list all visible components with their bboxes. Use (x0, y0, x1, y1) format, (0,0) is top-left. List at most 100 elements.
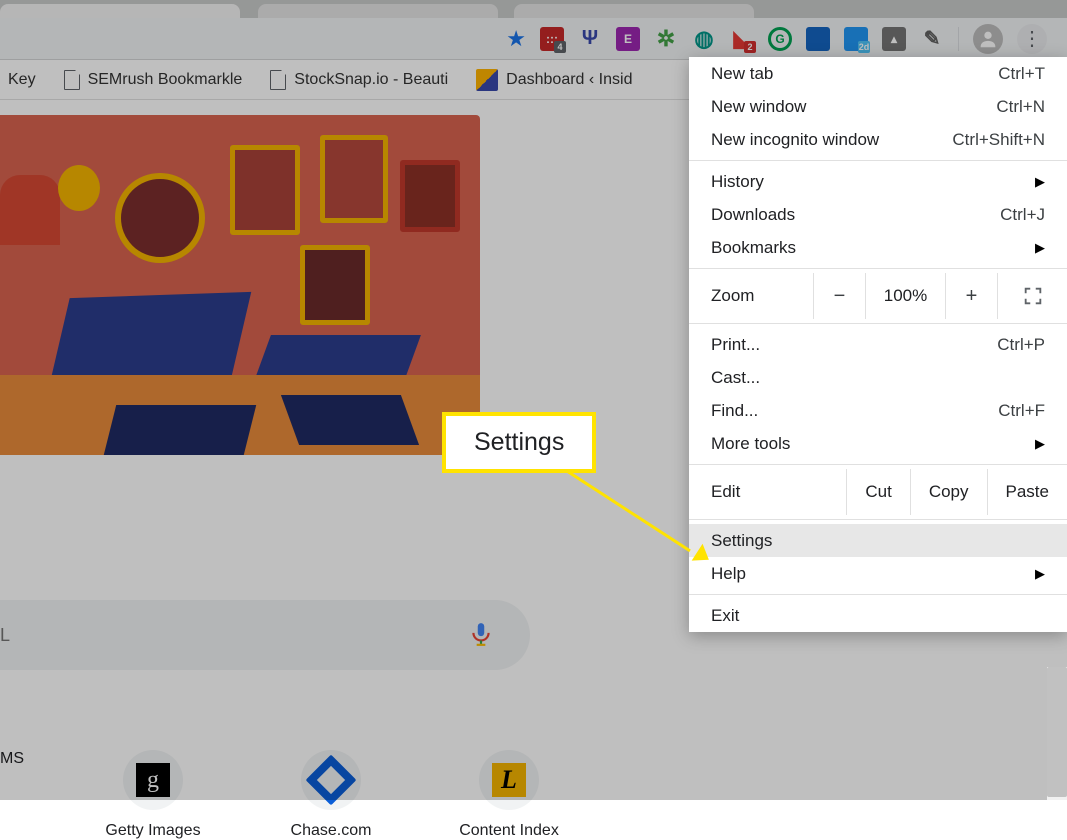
menu-divider (689, 268, 1067, 269)
shortcut-icon: g (123, 750, 183, 810)
copy-button[interactable]: Copy (910, 469, 987, 515)
menu-shortcut: Ctrl+F (998, 401, 1045, 421)
menu-label: Zoom (711, 286, 754, 306)
extension-icon[interactable]: E (616, 27, 640, 51)
search-bar[interactable]: L (0, 600, 530, 670)
zoom-in-button[interactable]: + (945, 273, 997, 319)
tab-strip (0, 0, 1067, 18)
bookmark-item[interactable]: SEMrush Bookmarkle (64, 70, 243, 90)
callout-label: Settings (442, 412, 596, 473)
menu-divider (689, 323, 1067, 324)
shortcut-item[interactable]: Chase.com (266, 750, 396, 840)
menu-item-find[interactable]: Find... Ctrl+F (689, 394, 1067, 427)
submenu-arrow-icon: ▶ (1035, 240, 1045, 256)
menu-label: Find... (711, 401, 758, 421)
menu-shortcut: Ctrl+T (998, 64, 1045, 84)
extension-icon[interactable]: ◍ (692, 27, 716, 51)
menu-item-zoom: Zoom − 100% + (689, 273, 1067, 319)
menu-label: Bookmarks (711, 238, 796, 258)
menu-item-downloads[interactable]: Downloads Ctrl+J (689, 198, 1067, 231)
bookmark-label: Key (8, 71, 36, 89)
bookmark-item[interactable]: Key (8, 71, 36, 89)
menu-shortcut: Ctrl+N (996, 97, 1045, 117)
extension-icon[interactable] (806, 27, 830, 51)
extension-icon[interactable]: 2d (844, 27, 868, 51)
menu-item-edit: Edit Cut Copy Paste (689, 469, 1067, 515)
voice-search-icon[interactable] (468, 621, 494, 650)
tab[interactable] (258, 4, 498, 18)
menu-item-help[interactable]: Help ▶ (689, 557, 1067, 590)
extension-icon[interactable]: G (768, 27, 792, 51)
extension-icon[interactable]: ▴ (882, 27, 906, 51)
annotation-callout: Settings (442, 412, 596, 473)
document-icon (270, 70, 286, 90)
shortcut-item[interactable]: MS (0, 750, 40, 840)
menu-item-cast[interactable]: Cast... (689, 361, 1067, 394)
google-doodle[interactable] (0, 115, 480, 455)
extension-icon[interactable]: ◣2 (730, 27, 754, 51)
menu-divider (689, 594, 1067, 595)
menu-shortcut: Ctrl+Shift+N (952, 130, 1045, 150)
overflow-menu-button[interactable]: ⋮ (1017, 24, 1047, 54)
bookmark-label: SEMrush Bookmarkle (88, 71, 243, 89)
menu-item-settings[interactable]: Settings (689, 524, 1067, 557)
fullscreen-button[interactable] (997, 273, 1067, 319)
menu-label: Edit (711, 482, 740, 502)
fullscreen-icon (1022, 285, 1044, 307)
shortcut-label: Content Index (444, 822, 574, 840)
menu-divider (689, 519, 1067, 520)
menu-label: More tools (711, 434, 790, 454)
edit-controls: Cut Copy Paste (846, 469, 1067, 515)
zoom-value: 100% (865, 273, 945, 319)
menu-label: Print... (711, 335, 760, 355)
menu-shortcut: Ctrl+J (1000, 205, 1045, 225)
zoom-out-button[interactable]: − (813, 273, 865, 319)
active-tab[interactable] (0, 4, 240, 18)
menu-divider (689, 464, 1067, 465)
profile-avatar-icon[interactable] (973, 24, 1003, 54)
menu-label: Settings (711, 531, 772, 551)
dashboard-favicon (476, 69, 498, 91)
menu-item-print[interactable]: Print... Ctrl+P (689, 328, 1067, 361)
submenu-arrow-icon: ▶ (1035, 436, 1045, 452)
extension-icon[interactable]: ✲ (654, 27, 678, 51)
shortcut-label: Getty Images (88, 822, 218, 840)
extension-icon[interactable]: :::4 (540, 27, 564, 51)
bookmark-label: StockSnap.io - Beauti (294, 71, 448, 89)
extension-icon[interactable]: ✎ (920, 27, 944, 51)
menu-label: Cast... (711, 368, 760, 388)
bookmark-item[interactable]: StockSnap.io - Beauti (270, 70, 448, 90)
menu-label: New incognito window (711, 130, 879, 150)
menu-item-exit[interactable]: Exit (689, 599, 1067, 632)
menu-item-bookmarks[interactable]: Bookmarks ▶ (689, 231, 1067, 264)
shortcut-item[interactable]: g Getty Images (88, 750, 218, 840)
menu-item-new-window[interactable]: New window Ctrl+N (689, 90, 1067, 123)
toolbar: ★ :::4 Ψ E ✲ ◍ ◣2 G 2d ▴ ✎ ⋮ (0, 18, 1067, 60)
shortcut-label: Chase.com (266, 822, 396, 840)
menu-item-new-tab[interactable]: New tab Ctrl+T (689, 57, 1067, 90)
search-text: L (0, 625, 10, 646)
tab[interactable] (514, 4, 754, 18)
zoom-controls: − 100% + (813, 273, 1067, 319)
menu-label: Help (711, 564, 746, 584)
shortcut-row: MS g Getty Images Chase.com L Content In… (0, 750, 600, 840)
bookmark-star-icon[interactable]: ★ (506, 26, 526, 52)
menu-label: History (711, 172, 764, 192)
paste-button[interactable]: Paste (987, 469, 1067, 515)
menu-label: New tab (711, 64, 773, 84)
menu-label: Downloads (711, 205, 795, 225)
menu-item-history[interactable]: History ▶ (689, 165, 1067, 198)
scrollbar-thumb[interactable] (1047, 667, 1067, 797)
menu-item-new-incognito[interactable]: New incognito window Ctrl+Shift+N (689, 123, 1067, 156)
shortcut-label: MS (0, 750, 40, 768)
submenu-arrow-icon: ▶ (1035, 566, 1045, 582)
bookmark-item[interactable]: Dashboard ‹ Insid (476, 69, 632, 91)
extension-icon[interactable]: Ψ (578, 27, 602, 51)
overflow-menu: New tab Ctrl+T New window Ctrl+N New inc… (689, 57, 1067, 632)
cut-button[interactable]: Cut (846, 469, 909, 515)
shortcut-item[interactable]: L Content Index (444, 750, 574, 840)
shortcut-icon (301, 750, 361, 810)
document-icon (64, 70, 80, 90)
menu-divider (689, 160, 1067, 161)
menu-item-more-tools[interactable]: More tools ▶ (689, 427, 1067, 460)
